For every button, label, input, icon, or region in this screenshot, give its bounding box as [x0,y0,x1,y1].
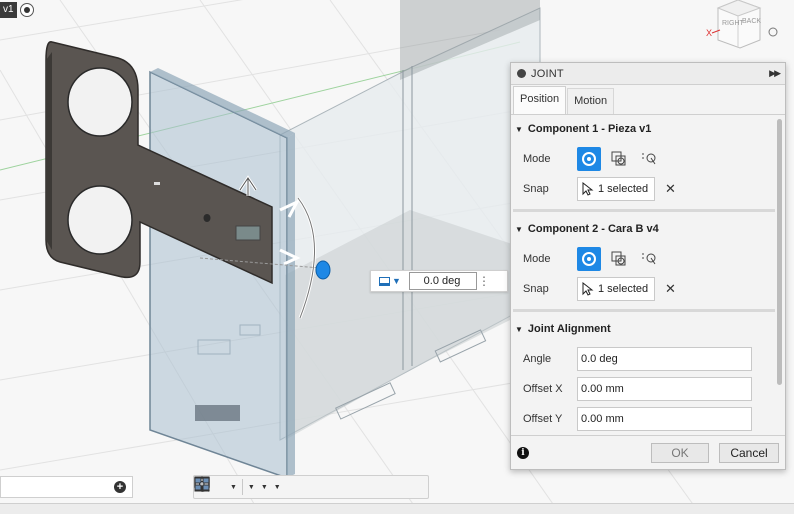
simple-mode-button[interactable] [577,247,601,271]
collapse-icon: ▼ [515,124,523,134]
edge-intersection-icon [642,153,656,165]
simple-mode-button[interactable] [577,147,601,171]
tab-position[interactable]: Position [513,86,567,114]
comments-bar[interactable]: + [0,476,133,498]
component1-header[interactable]: ▼ Component 1 - Pieza v1 [515,123,651,135]
component1-mode-group [577,147,661,171]
component2-snap-select[interactable]: 1 selected [577,277,655,301]
component1-snap-select[interactable]: 1 selected [577,177,655,201]
viewcube-face-back: BACK [742,18,761,25]
joint-dialog-footer: i OK Cancel [511,435,785,469]
angle-label: Angle [523,353,552,365]
between-two-faces-button[interactable] [607,247,631,271]
between-two-faces-button[interactable] [607,147,631,171]
visibility-toggle-icon[interactable] [20,3,34,17]
info-icon[interactable]: i [517,446,529,459]
orientation-picker[interactable]: ▼ [371,271,409,291]
cursor-arrow-icon [582,182,594,196]
edge-intersection-icon [642,253,656,265]
between-faces-icon [611,251,626,266]
component1-title: Component 1 - Pieza v1 [527,123,652,135]
collapse-icon: ▼ [515,224,523,234]
dialog-status-icon [517,69,526,78]
offset-y-input[interactable]: 0.00 mm [577,407,752,431]
alignment-header[interactable]: ▼ Joint Alignment [515,323,611,335]
canvas-angle-input[interactable]: 0.0 deg [409,272,477,290]
offset-x-label: Offset X [523,383,563,395]
joint-dialog-body: ▼ Component 1 - Pieza v1 Mode Snap 1 sel… [511,115,785,435]
viewports-icon [194,477,210,491]
status-strip [0,503,794,514]
joint-dialog: JOINT ▶▶ Position Motion ▼ Component 1 -… [510,62,786,470]
component2-snap-label: Snap [523,283,549,295]
between-faces-icon [611,151,626,166]
joint-tabs: Position Motion [511,85,785,115]
component2-mode-group [577,247,661,271]
navigation-toolbar: ▼ ▼ ▼ ▼ ▼ [193,475,429,499]
offset-x-input[interactable]: 0.00 mm [577,377,752,401]
chevron-down-icon: ▼ [392,276,401,286]
two-edge-intersection-button[interactable] [637,247,661,271]
cancel-button[interactable]: Cancel [719,442,779,463]
alignment-title: Joint Alignment [527,323,611,335]
add-comment-icon[interactable]: + [114,481,126,493]
component1-mode-label: Mode [523,153,551,165]
section-divider [513,209,775,212]
cursor-arrow-icon [582,282,594,296]
joint-dialog-title: JOINT [531,67,564,80]
viewcube-axis-x: X [706,28,712,38]
component2-mode-label: Mode [523,253,551,265]
component2-header[interactable]: ▼ Component 2 - Cara B v4 [515,223,659,235]
clear-selection-icon[interactable]: ✕ [665,181,676,197]
chevron-down-icon: ▼ [260,483,268,491]
zoom-window-tool[interactable]: ▼ [195,476,240,498]
grid-settings-tool[interactable]: ▼ [194,476,271,498]
component2-snap-value: 1 selected [598,283,649,295]
ok-button[interactable]: OK [651,442,709,463]
plane-icon [379,276,391,286]
component1-snap-label: Snap [523,183,549,195]
tab-motion[interactable]: Motion [567,88,615,114]
document-tag: v1 [0,2,17,18]
viewports-tool[interactable]: ▼ [194,476,284,498]
display-settings-tool[interactable]: ▼ [194,476,258,498]
simple-snap-icon [582,152,596,166]
expand-icon[interactable]: ▶▶ [769,68,781,79]
clear-selection-icon[interactable]: ✕ [665,281,676,297]
simple-snap-icon [582,252,596,266]
chevron-down-icon: ▼ [229,483,237,491]
more-options-icon[interactable]: ⋮ [477,275,491,287]
two-edge-intersection-button[interactable] [637,147,661,171]
chevron-down-icon: ▼ [247,483,255,491]
component2-title: Component 2 - Cara B v4 [527,223,659,235]
joint-dialog-header[interactable]: JOINT ▶▶ [511,63,785,85]
chevron-down-icon: ▼ [273,483,281,491]
offset-y-label: Offset Y [523,413,563,425]
section-divider [513,309,775,312]
scrollbar[interactable] [777,119,782,385]
canvas-angle-box: ▼ 0.0 deg ⋮ [370,270,508,292]
toolbar-divider [241,479,243,495]
component1-snap-value: 1 selected [598,183,649,195]
collapse-icon: ▼ [515,324,523,334]
view-cube[interactable]: RIGHT BACK X [700,0,794,50]
angle-input[interactable]: 0.0 deg [577,347,752,371]
transparent-panel[interactable] [149,68,295,480]
